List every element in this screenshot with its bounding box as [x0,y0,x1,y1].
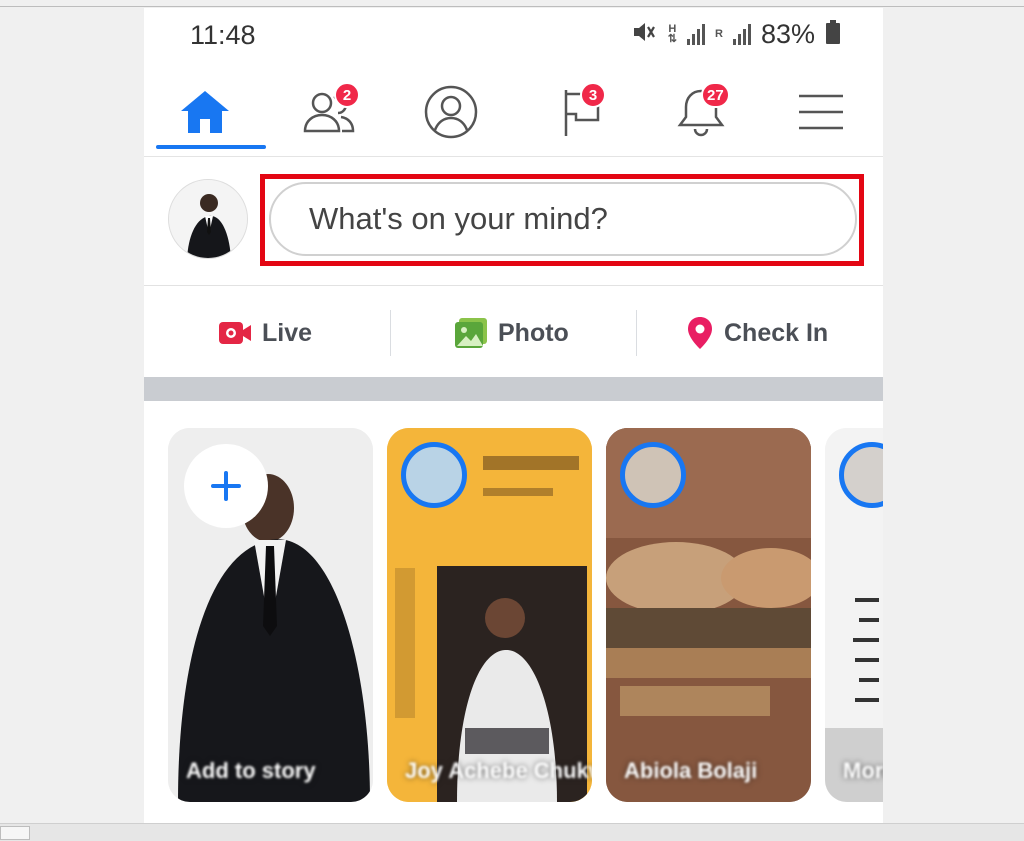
story-avatar [401,442,467,508]
post-actions: Live Photo Check In [144,298,883,368]
menu-icon [799,94,843,130]
phone-screen: 11:48 H ⇅ R 83% 2 3 27 What's on your mi… [144,8,883,823]
divider [636,310,637,356]
story-card[interactable]: Joy Achebe Chukwuemeka [387,428,592,802]
scroll-thumb[interactable] [0,826,30,840]
live-video-icon [219,322,251,344]
nav-friends[interactable]: 2 [274,76,384,148]
nav-pages[interactable]: 3 [524,76,634,148]
photo-button[interactable]: Photo [454,298,569,368]
story-label: More [843,758,883,783]
story-card[interactable]: Abiola Bolaji [606,428,811,802]
signal-icon-2 [732,23,751,45]
nav-home[interactable] [150,76,266,149]
battery-icon [825,19,841,49]
plus-icon [211,471,241,501]
story-label: Add to story [186,758,316,783]
nav-menu[interactable] [766,76,876,148]
divider [390,310,391,356]
notifications-badge: 27 [701,82,730,108]
window-top-border [0,6,1024,7]
mute-icon [632,20,658,49]
live-button[interactable]: Live [218,298,312,368]
add-story-button[interactable] [184,444,268,528]
check-in-button[interactable]: Check In [686,298,828,368]
status-time: 11:48 [190,20,256,50]
network-type-r: R [715,28,723,40]
section-separator [144,377,883,401]
friends-badge: 2 [334,82,360,108]
avatar[interactable] [168,179,248,259]
nav-notifications[interactable]: 27 [646,76,756,148]
highlight-box [260,174,864,266]
pages-badge: 3 [580,82,606,108]
window-status-bar [0,823,1024,841]
story-label: Abiola Bolaji [624,758,758,783]
top-nav: 2 3 27 [144,66,883,157]
profile-icon [424,85,478,139]
divider [144,285,883,286]
story-card-add[interactable]: Add to story [168,428,373,802]
live-label: Live [262,318,313,347]
battery-percent: 83% [760,18,815,49]
signal-icon-1 [687,23,705,45]
nav-active-indicator [156,145,266,149]
nav-profile[interactable] [396,76,506,148]
check-in-label: Check In [724,318,829,347]
story-label: Joy Achebe Chukwuemeka [405,758,592,783]
story-avatar [620,442,686,508]
location-pin-icon [688,317,712,349]
status-icons: H ⇅ R 83% [632,18,841,50]
story-card-more[interactable]: More [825,428,883,802]
photo-label: Photo [498,318,569,347]
home-icon [181,91,229,133]
photo-icon [455,318,487,348]
network-type-h: H ⇅ [667,23,677,45]
